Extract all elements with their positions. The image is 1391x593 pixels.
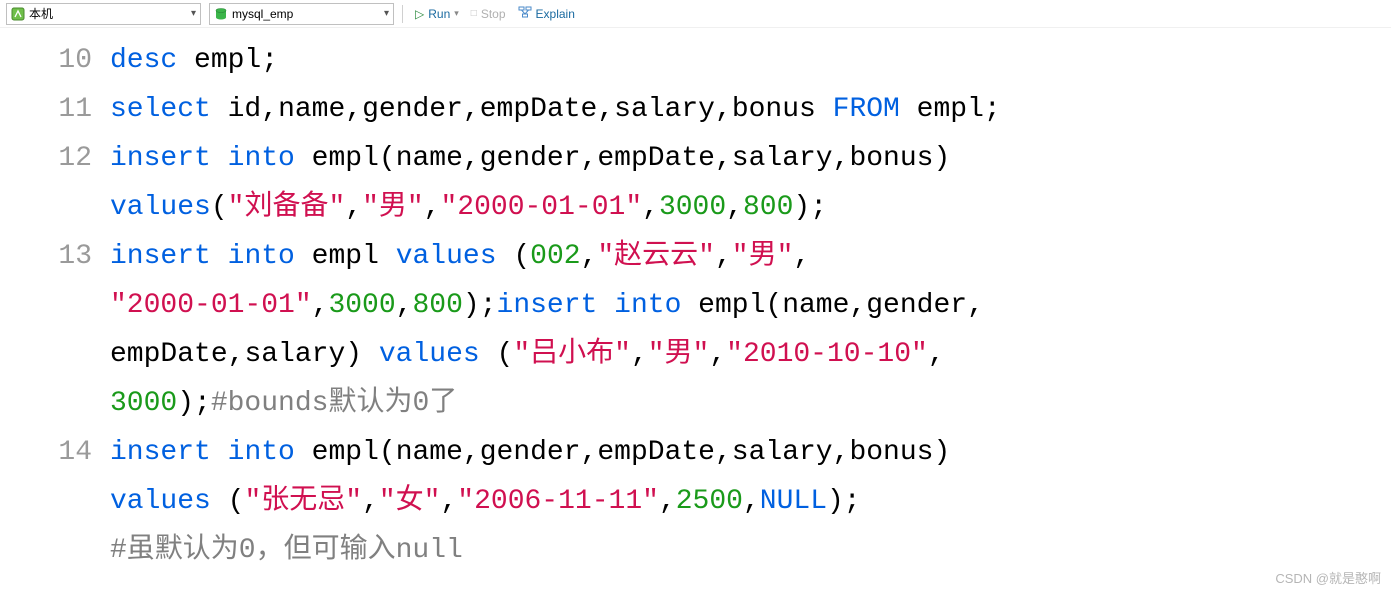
line-number (0, 526, 92, 575)
code-line[interactable]: values("刘备备","男","2000-01-01",3000,800); (110, 183, 1391, 232)
watermark: CSDN @就是憨啊 (1275, 568, 1381, 587)
line-number (0, 183, 92, 232)
code-line[interactable]: insert into empl values (002,"赵云云","男", (110, 232, 1391, 281)
explain-button[interactable]: Explain (514, 3, 579, 24)
line-number: 14 (0, 428, 92, 477)
line-number (0, 477, 92, 526)
code-line[interactable]: desc empl; (110, 36, 1391, 85)
action-buttons: ▷ Run ▾ □ Stop Explain (411, 3, 579, 24)
run-label: Run (428, 7, 450, 21)
chevron-down-icon: ▾ (382, 8, 391, 19)
explain-icon (518, 5, 532, 22)
stop-icon: □ (471, 8, 477, 19)
explain-label: Explain (536, 7, 575, 21)
line-number: 10 (0, 36, 92, 85)
code-line[interactable]: #虽默认为0，但可输入null (110, 526, 1391, 575)
database-text: mysql_emp (232, 7, 378, 21)
code-line[interactable]: 3000);#bounds默认为0了 (110, 379, 1391, 428)
play-icon: ▷ (415, 7, 424, 21)
database-icon (214, 7, 228, 21)
code-line[interactable]: insert into empl(name,gender,empDate,sal… (110, 428, 1391, 477)
line-number: 11 (0, 85, 92, 134)
database-dropdown[interactable]: mysql_emp ▾ (209, 3, 394, 25)
line-number (0, 281, 92, 330)
sql-editor[interactable]: 101112 13 14 desc empl;select id,name,gend… (0, 28, 1391, 575)
connection-icon (11, 7, 25, 21)
line-number-gutter: 101112 13 14 (0, 36, 110, 575)
run-button[interactable]: ▷ Run ▾ (411, 5, 463, 23)
connection-dropdown[interactable]: 本机 ▾ (6, 3, 201, 25)
dropdown-arrow-icon: ▾ (454, 8, 459, 19)
stop-button: □ Stop (467, 5, 510, 23)
line-number (0, 330, 92, 379)
code-line[interactable]: empDate,salary) values ("吕小布","男","2010-… (110, 330, 1391, 379)
chevron-down-icon: ▾ (189, 8, 198, 19)
connection-text: 本机 (29, 5, 185, 22)
code-line[interactable]: insert into empl(name,gender,empDate,sal… (110, 134, 1391, 183)
code-line[interactable]: select id,name,gender,empDate,salary,bon… (110, 85, 1391, 134)
line-number: 12 (0, 134, 92, 183)
code-content[interactable]: desc empl;select id,name,gender,empDate,… (110, 36, 1391, 575)
stop-label: Stop (481, 7, 506, 21)
line-number: 13 (0, 232, 92, 281)
code-line[interactable]: "2000-01-01",3000,800);insert into empl(… (110, 281, 1391, 330)
line-number (0, 379, 92, 428)
toolbar: 本机 ▾ mysql_emp ▾ ▷ Run ▾ □ Stop Explain (0, 0, 1391, 28)
toolbar-divider (402, 5, 403, 23)
code-line[interactable]: values ("张无忌","女","2006-11-11",2500,NULL… (110, 477, 1391, 526)
